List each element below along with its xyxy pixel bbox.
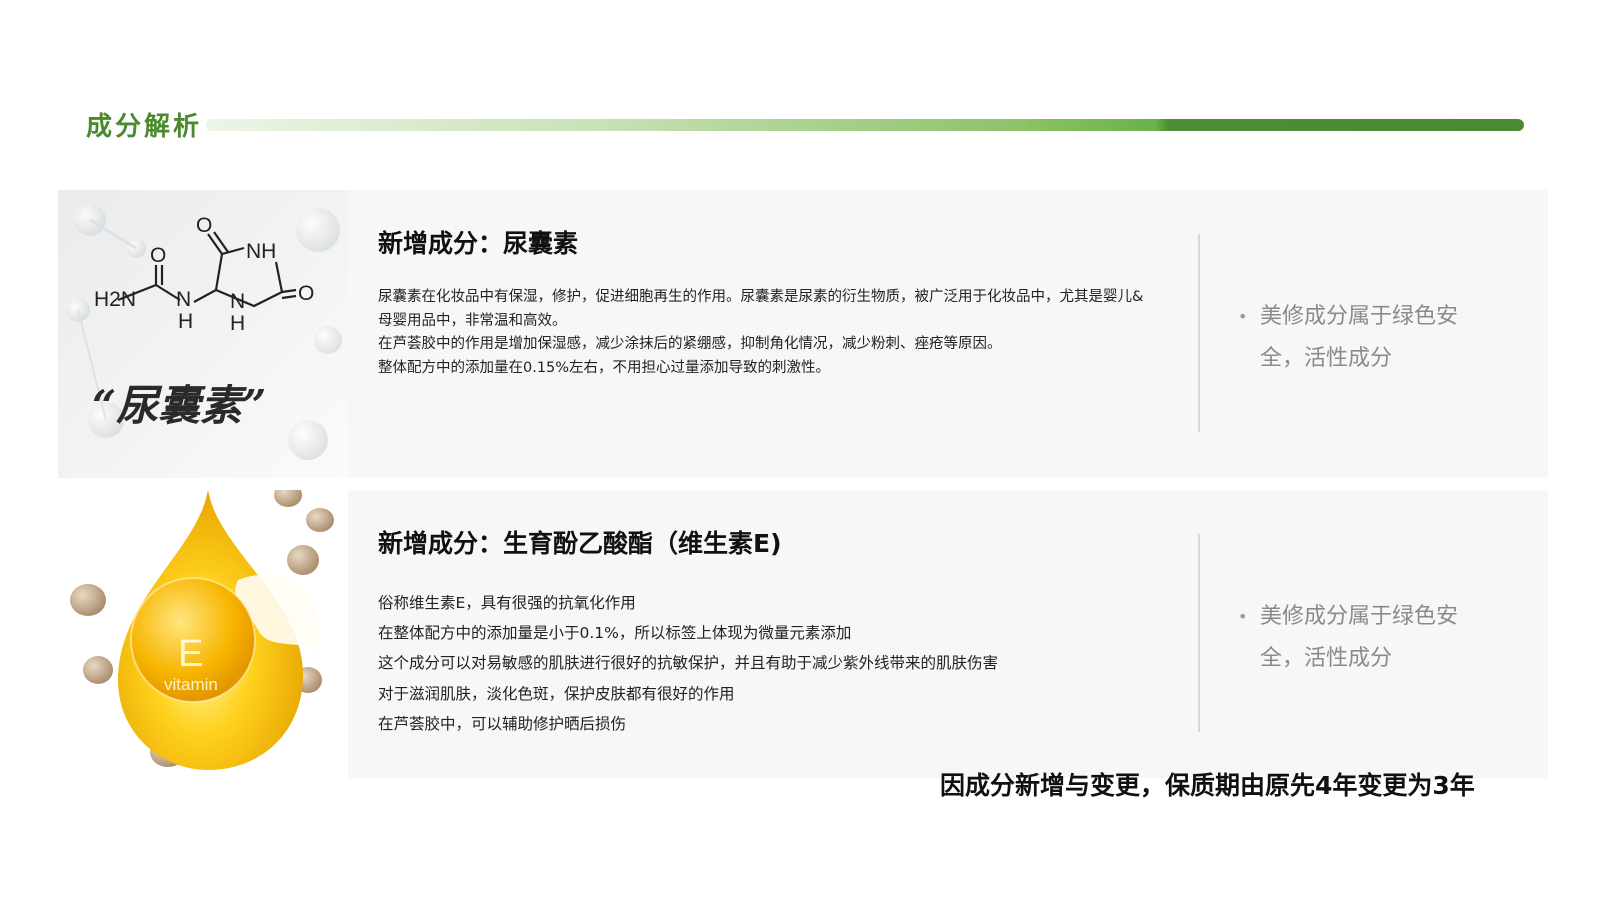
ingredient-description: 尿囊素在化妆品中有保湿，修护，促进细胞再生的作用。尿囊素是尿素的衍生物质，被广泛… (378, 286, 1178, 380)
side-note: • 美修成分属于绿色安全，活性成分 (1238, 296, 1498, 380)
bullet-icon: • (1238, 307, 1248, 326)
vitamin-e-oil-drop-image: E vitamin (58, 490, 348, 778)
description-line: 整体配方中的添加量在0.15%左右，不用担心过量添加导致的刺激性。 (378, 359, 831, 376)
vertical-divider (1198, 534, 1200, 732)
side-note-text: 美修成分属于绿色安全，活性成分 (1260, 304, 1459, 371)
molecule-atom-label: N (230, 290, 245, 313)
ingredient-card-vitamin-e: E vitamin 新增成分：生育酚乙酸酯（维生素E) 俗称维生素E，具有很强的… (58, 490, 1548, 778)
molecule-atom-label: H (230, 312, 245, 335)
ingredient-description: 俗称维生素E，具有很强的抗氧化作用 在整体配方中的添加量是小于0.1%，所以标签… (378, 588, 1178, 739)
description-line: 在芦荟胶中的作用是增加保湿感，减少涂抹后的紧绷感，抑制角化情况，减少粉刺、痤疮等… (378, 336, 1002, 352)
description-line: 这个成分可以对易敏感的肌肤进行很好的抗敏保护，并且有助于减少紫外线带来的肌肤伤害 (378, 654, 999, 673)
vertical-divider (1198, 234, 1200, 432)
description-line: 尿囊素在化妆品中有保湿，修护，促进细胞再生的作用。尿囊素是尿素的衍生物质，被广泛… (378, 289, 1144, 305)
page-title: 成分解析 (86, 112, 203, 142)
molecule-atom-label: H2N (94, 288, 136, 311)
vitamin-badge-letter: E (178, 633, 203, 675)
molecule-atom-label: N (176, 288, 191, 311)
side-note-text: 美修成分属于绿色安全，活性成分 (1260, 604, 1459, 671)
allantoin-molecule-image: O NH O H2N N H N H O “尿囊素” (58, 190, 348, 478)
description-line: 对于滋润肌肤，淡化色斑，保护皮肤都有很好的作用 (378, 684, 735, 703)
description-line: 俗称维生素E，具有很强的抗氧化作用 (378, 594, 636, 612)
vitamin-badge-word: vitamin (164, 675, 218, 694)
title-underline-bar (206, 119, 1524, 131)
card-title: 新增成分：生育酚乙酸酯（维生素E) (378, 529, 782, 558)
description-line: 母婴用品中，非常温和高效。 (378, 312, 567, 329)
description-line: 在整体配方中的添加量是小于0.1%，所以标签上体现为微量元素添加 (378, 624, 852, 643)
bullet-icon: • (1238, 607, 1248, 626)
shelf-life-note: 因成分新增与变更，保质期由原先4年变更为3年 (940, 771, 1475, 800)
molecule-atom-label: O (150, 244, 166, 267)
molecule-atom-label: O (196, 214, 212, 237)
molecule-atom-label: H (178, 310, 193, 333)
molecule-atom-label: NH (246, 240, 276, 263)
card-title: 新增成分：尿囊素 (378, 229, 579, 258)
allantoin-image-caption: “尿囊素” (92, 381, 266, 430)
molecule-atom-label: O (298, 282, 314, 305)
ingredient-card-allantoin: O NH O H2N N H N H O “尿囊素” 新增成分：尿囊素 尿囊素在… (58, 190, 1548, 478)
side-note: • 美修成分属于绿色安全，活性成分 (1238, 596, 1498, 680)
description-line: 在芦荟胶中，可以辅助修护晒后损伤 (378, 714, 627, 733)
